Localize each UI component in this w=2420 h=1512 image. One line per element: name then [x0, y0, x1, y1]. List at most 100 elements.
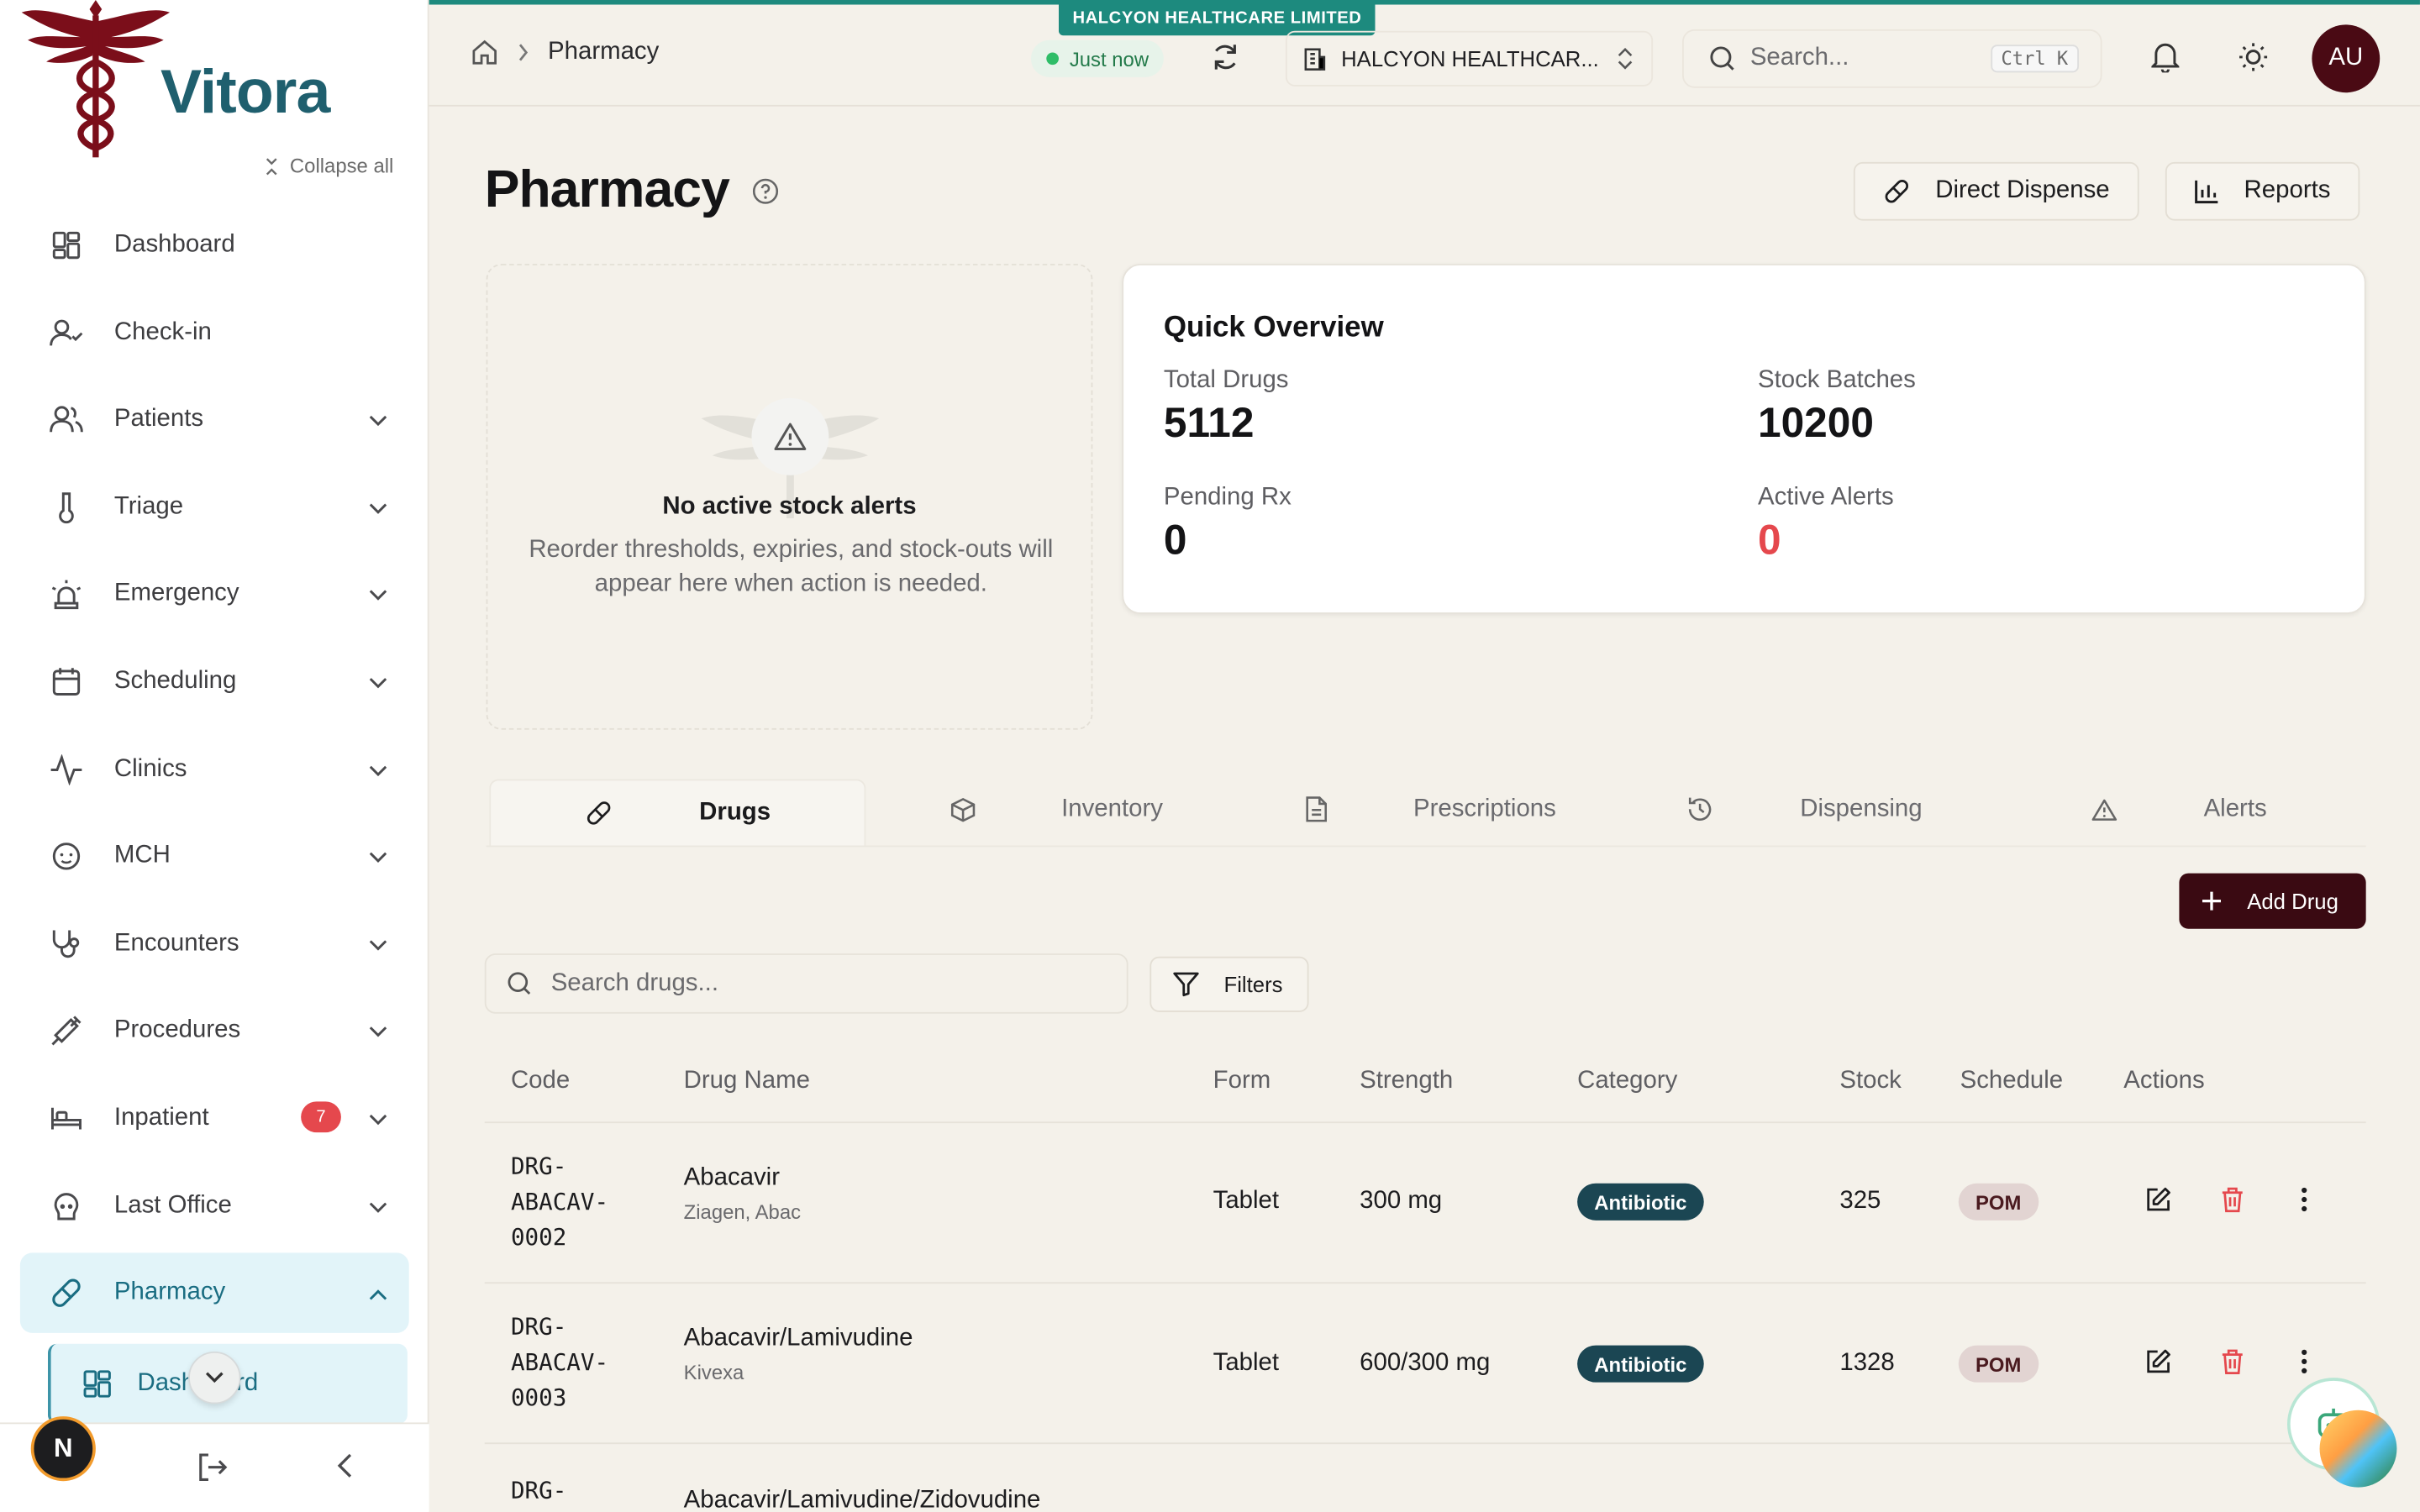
- chevron-down-icon: [369, 932, 387, 959]
- drug-strength: 300 mg: [1360, 1188, 1443, 1215]
- theme-toggle-button[interactable]: [2238, 42, 2269, 81]
- warning-icon: [2091, 798, 2117, 820]
- organization-select[interactable]: HALCYON HEALTHCAR...: [1285, 30, 1654, 87]
- sync-status-badge: Just now: [1030, 39, 1165, 77]
- sidebar-item-last-office[interactable]: Last Office: [20, 1166, 409, 1247]
- sidebar-item-check-in[interactable]: Check-in: [20, 292, 409, 373]
- delete-button[interactable]: [2221, 1186, 2244, 1220]
- tab-label: Alerts: [2203, 795, 2267, 822]
- notifications-button[interactable]: [2149, 42, 2181, 81]
- topbar: HALCYON HEALTHCARE LIMITED Pharmacy Just…: [429, 0, 2420, 107]
- add-drug-button[interactable]: Add Drug: [2179, 873, 2366, 929]
- sidebar-item-dashboard[interactable]: Dashboard: [20, 205, 409, 286]
- edit-button[interactable]: [2145, 1348, 2171, 1382]
- sidebar-item-scheduling[interactable]: Scheduling: [20, 642, 409, 722]
- sidebar-item-triage[interactable]: Triage: [20, 467, 409, 548]
- filters-button[interactable]: Filters: [1150, 956, 1309, 1012]
- sidebar-item-inpatient[interactable]: Inpatient 7: [20, 1079, 409, 1159]
- column-header-stock[interactable]: Stock: [1839, 1068, 1901, 1095]
- tab-dispensing[interactable]: Dispensing: [1618, 773, 1991, 845]
- schedule-cell: POM: [1958, 1345, 2039, 1383]
- calendar-icon: [48, 664, 85, 701]
- collapse-sidebar-button[interactable]: [336, 1450, 355, 1488]
- holiday-theme-badge[interactable]: [2319, 1410, 2397, 1488]
- stock-count: 325: [1839, 1188, 1881, 1215]
- logout-button[interactable]: [194, 1450, 228, 1492]
- thermometer-icon: [48, 489, 85, 526]
- sidebar-item-label: Last Office: [113, 1191, 232, 1219]
- scroll-down-button[interactable]: [188, 1351, 241, 1404]
- sidebar-item-pharmacy[interactable]: Pharmacy: [19, 1252, 409, 1334]
- caduceus-wings-icon: [21, 0, 171, 158]
- refresh-icon: [1214, 45, 1236, 70]
- column-header-code[interactable]: Code: [511, 1068, 570, 1095]
- stat-label: Pending Rx: [1163, 484, 1292, 511]
- sidebar: Vitora Collapse all Dashboard Check-in P…: [0, 0, 429, 1512]
- delete-button[interactable]: [2221, 1348, 2244, 1382]
- edit-icon: [2147, 1187, 2170, 1211]
- page-title-text: Pharmacy: [484, 160, 730, 219]
- sidebar-item-label: Pharmacy: [113, 1278, 226, 1306]
- table-row[interactable]: DRG- ABACAV- 0003 Abacavir/Lamivudine Ki…: [484, 1284, 2366, 1445]
- sidebar-item-clinics[interactable]: Clinics: [20, 729, 409, 810]
- reports-button[interactable]: Reports: [2165, 161, 2360, 221]
- collapse-all-button[interactable]: Collapse all: [262, 155, 393, 177]
- more-actions-button[interactable]: [2302, 1186, 2307, 1220]
- stock-count: 1328: [1839, 1350, 1895, 1377]
- tab-alerts[interactable]: Alerts: [1991, 773, 2365, 845]
- more-vertical-icon: [2302, 1349, 2307, 1374]
- drug-name: Abacavir: [683, 1164, 780, 1191]
- tab-drugs[interactable]: Drugs: [489, 779, 867, 846]
- column-header-schedule[interactable]: Schedule: [1960, 1068, 2064, 1095]
- warning-icon: [774, 423, 807, 450]
- drug-code: DRG- ABACAV- 0003: [511, 1310, 608, 1416]
- category-badge: Antibiotic: [1577, 1183, 1704, 1221]
- stat-pending-rx: Pending Rx 0: [1164, 485, 1292, 565]
- chevron-right-icon: [518, 44, 529, 61]
- table-row[interactable]: DRG- Abacavir/Lamivudine/Zidovudine: [485, 1444, 2366, 1512]
- home-icon[interactable]: [471, 39, 498, 66]
- sidebar-item-encounters[interactable]: Encounters: [20, 904, 409, 984]
- drug-strength: 600/300 mg: [1360, 1350, 1491, 1377]
- column-header-drug-name[interactable]: Drug Name: [684, 1068, 810, 1095]
- page-title: Pharmacy: [485, 160, 779, 221]
- chevron-up-icon: [369, 1281, 387, 1309]
- column-header-form[interactable]: Form: [1213, 1068, 1271, 1095]
- chevron-down-icon: [369, 1194, 387, 1221]
- user-avatar[interactable]: N: [30, 1416, 96, 1482]
- table-row[interactable]: DRG- ABACAV- 0002 Abacavir Ziagen, Abac …: [484, 1123, 2366, 1284]
- drug-name-cell: Abacavir/Lamivudine/Zidovudine: [684, 1488, 1041, 1512]
- drug-code-line: 0002: [510, 1223, 567, 1252]
- direct-dispense-button[interactable]: Direct Dispense: [1853, 161, 2139, 221]
- tab-prescriptions[interactable]: Prescriptions: [1244, 773, 1618, 845]
- pill-icon: [587, 801, 611, 825]
- help-icon[interactable]: [751, 176, 779, 204]
- schedule-badge: POM: [1958, 1345, 2039, 1383]
- sidebar-item-emergency[interactable]: Emergency: [20, 554, 409, 635]
- column-header-strength[interactable]: Strength: [1360, 1068, 1453, 1095]
- edit-button[interactable]: [2145, 1186, 2171, 1220]
- sidebar-item-mch[interactable]: MCH: [20, 816, 409, 897]
- drugs-table-header: Code Drug Name Form Strength Category St…: [484, 1049, 2366, 1124]
- vitora-logo[interactable]: Vitora: [18, 0, 343, 162]
- global-search-placeholder: Search...: [1749, 45, 1849, 71]
- tab-inventory[interactable]: Inventory: [870, 773, 1244, 845]
- global-search-input[interactable]: Search... Ctrl K: [1682, 29, 2102, 88]
- drug-name-cell: Abacavir/Lamivudine Kivexa: [684, 1326, 913, 1384]
- breadcrumb: Pharmacy: [471, 39, 659, 66]
- sidebar-item-label: Inpatient: [113, 1104, 209, 1131]
- drug-search-input[interactable]: Search drugs...: [484, 953, 1128, 1014]
- stat-label: Stock Batches: [1758, 367, 1916, 394]
- sidebar-item-patients[interactable]: Patients: [20, 380, 409, 460]
- chevron-down-icon: [369, 582, 387, 610]
- sidebar-item-procedures[interactable]: Procedures: [20, 991, 409, 1072]
- account-avatar[interactable]: AU: [2312, 24, 2381, 93]
- refresh-button[interactable]: [1210, 42, 1241, 81]
- column-header-category[interactable]: Category: [1577, 1068, 1677, 1095]
- stat-active-alerts: Active Alerts 0: [1758, 485, 1894, 565]
- sidebar-item-label: Scheduling: [113, 668, 237, 695]
- more-actions-button[interactable]: [2302, 1348, 2307, 1382]
- drug-code-line: ABACAV-: [510, 1348, 609, 1377]
- column-header-actions: Actions: [2123, 1067, 2205, 1095]
- warning-icon-wrapper: [751, 397, 829, 475]
